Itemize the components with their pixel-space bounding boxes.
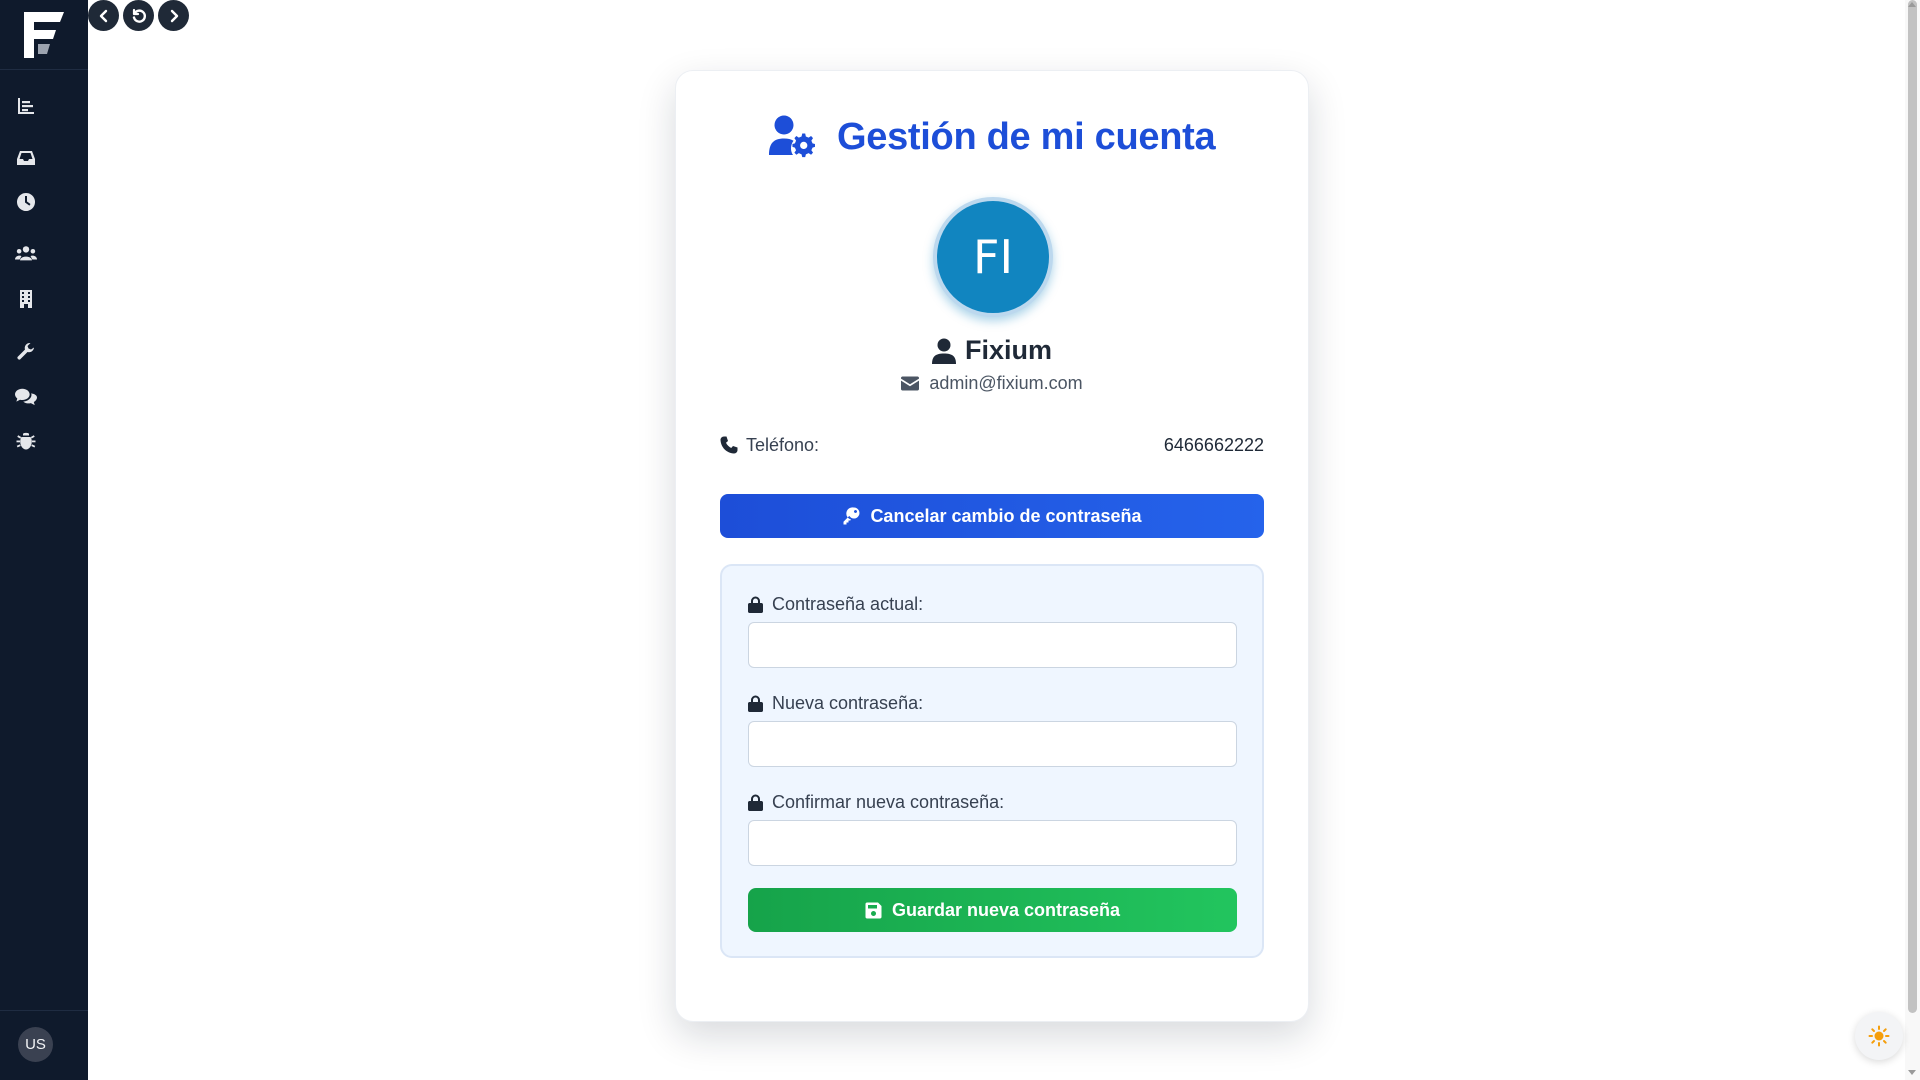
phone-row: Teléfono: 6466662222 xyxy=(720,432,1264,458)
sidebar-item-history[interactable] xyxy=(14,190,38,214)
phone-label-group: Teléfono: xyxy=(720,435,819,456)
user-icon xyxy=(931,338,956,364)
user-menu-avatar[interactable]: US xyxy=(18,1027,53,1062)
phone-label: Teléfono: xyxy=(746,434,820,455)
sidebar: US xyxy=(0,0,88,1080)
profile-name: Fixium xyxy=(675,335,1309,366)
cancel-password-change-button[interactable]: Cancelar cambio de contraseña xyxy=(720,494,1264,538)
inbox-icon xyxy=(17,151,35,165)
new-password-label-text: Nueva contraseña: xyxy=(772,693,924,713)
cancel-password-change-label: Cancelar cambio de contraseña xyxy=(870,505,1142,526)
sidebar-item-users[interactable] xyxy=(14,242,38,266)
page-title: Gestión de mi cuenta xyxy=(767,112,1216,162)
theme-toggle-button[interactable] xyxy=(1855,1012,1903,1060)
key-icon xyxy=(843,507,860,525)
sidebar-item-inbox[interactable] xyxy=(14,146,38,170)
sidebar-item-tools[interactable] xyxy=(14,340,38,364)
clock-icon xyxy=(17,193,36,211)
current-password-input[interactable] xyxy=(748,622,1237,668)
back-button[interactable] xyxy=(88,0,119,31)
bar-chart-icon xyxy=(18,98,34,114)
phone-value: 6466662222 xyxy=(1163,434,1264,455)
new-password-label: Nueva contraseña: xyxy=(748,693,923,714)
sidebar-footer-divider xyxy=(0,1010,88,1011)
building-icon xyxy=(20,290,32,308)
logo-divider xyxy=(0,69,88,70)
save-password-label: Guardar nueva contraseña xyxy=(891,899,1121,920)
lock-icon xyxy=(748,695,763,712)
current-password-label-text: Contraseña actual: xyxy=(772,594,924,614)
sidebar-item-buildings[interactable] xyxy=(14,287,38,311)
sun-icon xyxy=(1868,1025,1890,1047)
bug-icon xyxy=(16,432,36,450)
current-password-label: Contraseña actual: xyxy=(748,594,923,615)
profile-email-text: admin@fixium.com xyxy=(929,373,1083,393)
sidebar-item-reports[interactable] xyxy=(14,94,38,118)
chat-icon xyxy=(15,388,37,406)
profile-avatar: FI xyxy=(933,197,1053,317)
profile-name-text: Fixium xyxy=(964,335,1052,365)
chevron-left-icon xyxy=(99,9,107,22)
page-title-text: Gestión de mi cuenta xyxy=(837,115,1216,158)
confirm-password-label-text: Confirmar nueva contraseña: xyxy=(772,792,1005,812)
confirm-password-label: Confirmar nueva contraseña: xyxy=(748,792,1004,813)
confirm-password-input[interactable] xyxy=(748,820,1237,866)
chevron-right-icon xyxy=(170,9,178,22)
lock-icon xyxy=(748,596,763,613)
save-password-button[interactable]: Guardar nueva contraseña xyxy=(748,888,1237,932)
fixium-logo[interactable] xyxy=(20,8,68,62)
scroll-up-arrow-icon[interactable] xyxy=(1908,2,1916,7)
envelope-icon xyxy=(901,376,920,391)
profile-email: admin@fixium.com xyxy=(675,373,1309,394)
phone-icon xyxy=(720,436,738,454)
user-gear-icon xyxy=(769,115,815,158)
users-icon xyxy=(15,246,37,261)
sidebar-item-bugs[interactable] xyxy=(14,429,38,453)
page-scrollbar-thumb[interactable] xyxy=(1908,0,1917,1013)
reload-icon xyxy=(132,8,146,23)
lock-icon xyxy=(748,794,763,811)
wrench-icon xyxy=(17,342,34,360)
floppy-disk-icon xyxy=(865,902,882,918)
scroll-down-arrow-icon[interactable] xyxy=(1908,1070,1916,1075)
forward-button[interactable] xyxy=(158,0,189,31)
sidebar-item-chat[interactable] xyxy=(14,385,38,409)
new-password-input[interactable] xyxy=(748,721,1237,767)
reload-button[interactable] xyxy=(123,0,154,31)
